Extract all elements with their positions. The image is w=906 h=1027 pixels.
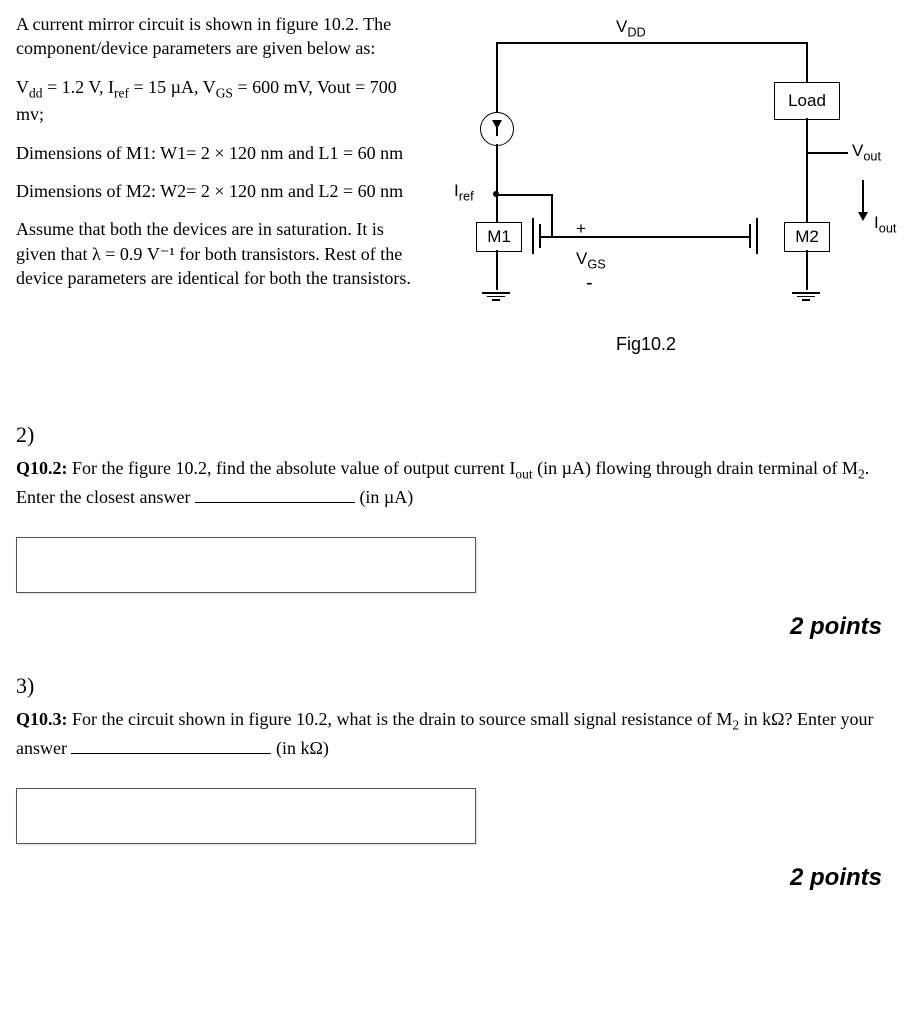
- parameters: Vdd = 1.2 V, Iref = 15 µA, VGS = 600 mV,…: [16, 75, 416, 127]
- circuit-diagram: VDD Iref M1 +: [436, 12, 890, 392]
- plus-label: +: [576, 218, 586, 241]
- q3-points: 2 points: [16, 862, 882, 894]
- iout-label: Iout: [874, 212, 896, 237]
- problem-row: A current mirror circuit is shown in fig…: [16, 12, 890, 392]
- figure-caption: Fig10.2: [616, 332, 676, 356]
- minus-label: -: [586, 270, 593, 297]
- dimensions-m1: Dimensions of M1: W1= 2 × 120 nm and L1 …: [16, 141, 416, 165]
- m1-label: M1: [476, 222, 522, 252]
- q2-blank: [195, 484, 355, 503]
- q2-points: 2 points: [16, 611, 882, 643]
- q2-answer-input[interactable]: [16, 537, 476, 593]
- q3-number: 3): [16, 671, 890, 701]
- vout-label: Vout: [852, 140, 881, 165]
- problem-text: A current mirror circuit is shown in fig…: [16, 12, 416, 304]
- question-3: 3) Q10.3: For the circuit shown in figur…: [16, 671, 890, 894]
- vdd-label: VDD: [616, 16, 646, 41]
- ground-icon: [482, 290, 510, 303]
- m2-label: M2: [784, 222, 830, 252]
- assumption: Assume that both the devices are in satu…: [16, 217, 416, 290]
- q2-body: Q10.2: For the figure 10.2, find the abs…: [16, 456, 890, 509]
- q3-answer-input[interactable]: [16, 788, 476, 844]
- iref-label: Iref: [454, 180, 474, 205]
- dimensions-m2: Dimensions of M2: W2= 2 × 120 nm and L2 …: [16, 179, 416, 203]
- q2-number: 2): [16, 420, 890, 450]
- vgs-label: VGS: [576, 248, 606, 273]
- ground-icon: [792, 290, 820, 303]
- q3-body: Q10.3: For the circuit shown in figure 1…: [16, 707, 890, 760]
- question-2: 2) Q10.2: For the figure 10.2, find the …: [16, 420, 890, 643]
- load-box: Load: [774, 82, 840, 120]
- intro: A current mirror circuit is shown in fig…: [16, 12, 416, 61]
- q3-blank: [71, 735, 271, 754]
